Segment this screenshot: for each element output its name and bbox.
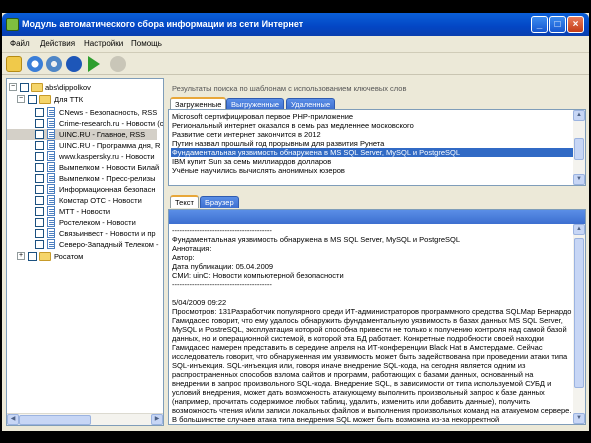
feed-icon [47, 184, 55, 194]
results-caption: Результаты поиска по шаблонам с использо… [172, 84, 407, 93]
source-tree[interactable]: − abs\dippolkov − Для ТТК CNews - Безопа… [6, 78, 164, 426]
checkbox[interactable] [35, 240, 44, 249]
settings-icon[interactable] [46, 56, 62, 72]
list-item[interactable]: Путин назвал прошлый год прорывным для р… [171, 139, 575, 148]
tree-horizontal-scrollbar[interactable]: ◀ ▶ [7, 413, 163, 425]
list-item[interactable]: Учёные научились вычислять анонимных юзе… [171, 166, 575, 175]
article-text-pane[interactable]: ----------------------------------------… [168, 209, 586, 425]
maximize-button[interactable]: □ [549, 16, 566, 33]
app-icon [6, 18, 19, 31]
status-bar [2, 426, 589, 431]
checkbox[interactable] [35, 207, 44, 216]
results-list[interactable]: Microsoft сертифицировал первое PHP-прил… [168, 109, 586, 186]
results-pane: Результаты поиска по шаблонам с использо… [166, 75, 587, 426]
checkbox[interactable] [35, 174, 44, 183]
tree-item-selected[interactable]: UINC.RU - Главное, RSS [7, 129, 157, 140]
scroll-down-icon[interactable]: ▼ [573, 413, 585, 424]
feed-icon [47, 118, 55, 128]
feed-icon [47, 228, 55, 238]
pane-splitter[interactable] [168, 188, 586, 191]
checkbox[interactable] [35, 218, 44, 227]
list-item-selected[interactable]: Фундаментальная уязвимость обнаружена в … [171, 148, 575, 157]
text-scrollbar[interactable]: ▲ ▼ [573, 224, 585, 424]
collapse-icon[interactable]: − [17, 95, 25, 103]
checkbox[interactable] [35, 152, 44, 161]
checkbox[interactable] [35, 163, 44, 172]
help-icon[interactable] [110, 56, 126, 72]
checkbox[interactable] [35, 119, 44, 128]
scroll-up-icon[interactable]: ▲ [573, 110, 585, 121]
tree-group-label: Для ТТК [54, 95, 84, 104]
feed-icon [47, 162, 55, 172]
checkbox[interactable] [35, 185, 44, 194]
feed-icon [47, 195, 55, 205]
scroll-right-icon[interactable]: ▶ [151, 414, 163, 425]
checkbox[interactable] [35, 196, 44, 205]
checkbox[interactable] [28, 95, 37, 104]
checkbox[interactable] [28, 252, 37, 261]
list-item[interactable]: IBM купит Sun за семь миллиардов долларо… [171, 157, 575, 166]
play-icon[interactable] [88, 56, 100, 72]
checkbox[interactable] [35, 229, 44, 238]
feed-icon [47, 129, 55, 139]
feed-icon [47, 140, 55, 150]
tree-root-label: abs\dippolkov [45, 83, 91, 92]
menu-file[interactable]: Файл [10, 39, 30, 48]
scroll-thumb[interactable] [19, 415, 91, 425]
folder-icon [31, 83, 43, 92]
close-button[interactable]: × [567, 16, 584, 33]
main-window: Модуль автоматического сбора информации … [2, 13, 589, 431]
list-item[interactable]: Развитие сети интернет закончится в 2012 [171, 130, 575, 139]
scroll-up-icon[interactable]: ▲ [573, 224, 585, 235]
feed-icon [47, 151, 55, 161]
menu-bar: Файл Действия Настройки Помощь [2, 36, 589, 53]
feed-icon [47, 239, 55, 249]
menu-settings[interactable]: Настройки [84, 39, 123, 48]
feed-icon [47, 107, 55, 117]
scroll-thumb[interactable] [574, 238, 584, 388]
list-item[interactable]: Региональный интернет оказался в семь ра… [171, 121, 575, 130]
checkbox[interactable] [20, 83, 29, 92]
scroll-down-icon[interactable]: ▼ [573, 174, 585, 185]
checkbox[interactable] [35, 130, 44, 139]
window-title: Модуль автоматического сбора информации … [22, 19, 304, 29]
tab-text[interactable]: Текст [170, 195, 199, 208]
text-header-bar [169, 210, 585, 224]
checkbox[interactable] [35, 108, 44, 117]
expand-icon[interactable]: + [17, 252, 25, 260]
scroll-left-icon[interactable]: ◀ [7, 414, 19, 425]
refresh-icon[interactable] [27, 56, 43, 72]
list-scrollbar[interactable]: ▲ ▼ [573, 110, 585, 185]
minimize-button[interactable]: _ [531, 16, 548, 33]
feed-icon [47, 206, 55, 216]
checkbox[interactable] [35, 141, 44, 150]
tab-browser[interactable]: Браузер [200, 196, 239, 208]
folder-icon [39, 95, 51, 104]
stop-icon[interactable] [66, 56, 82, 72]
tree-group-label: Росатом [54, 252, 84, 261]
article-text: ----------------------------------------… [172, 226, 572, 424]
toolbar [2, 53, 589, 75]
feed-icon [47, 217, 55, 227]
feed-icon [47, 173, 55, 183]
folder-open-icon[interactable] [6, 56, 22, 72]
menu-help[interactable]: Помощь [131, 39, 162, 48]
folder-icon [39, 252, 51, 261]
scroll-thumb[interactable] [574, 138, 584, 160]
collapse-icon[interactable]: − [9, 83, 17, 91]
title-bar[interactable]: Модуль автоматического сбора информации … [2, 13, 589, 36]
menu-actions[interactable]: Действия [40, 39, 75, 48]
list-item[interactable]: Microsoft сертифицировал первое PHP-прил… [171, 112, 575, 121]
